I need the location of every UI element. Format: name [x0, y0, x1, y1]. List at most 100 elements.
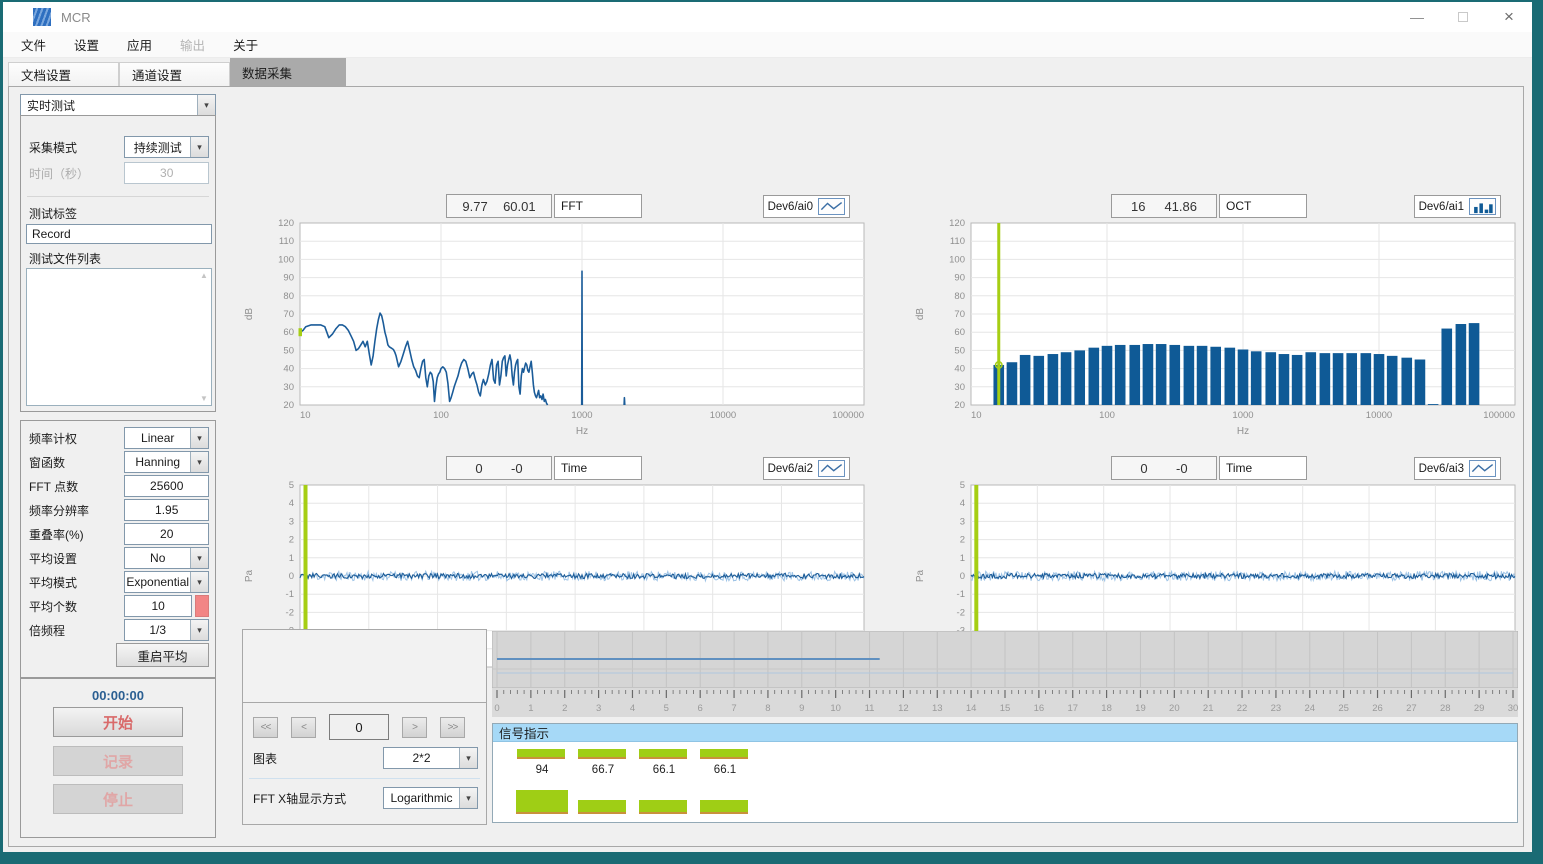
close-button[interactable]: ×	[1486, 2, 1532, 32]
param-row: 重叠率(%)20	[29, 523, 209, 545]
chevron-down-icon[interactable]: ▾	[190, 452, 208, 472]
chart-type-field[interactable]: FFT	[554, 194, 642, 218]
fft-axis-select[interactable]: Logarithmic ▾	[383, 787, 478, 809]
channel-selector[interactable]: Dev6/ai0	[763, 195, 850, 218]
bar-chart-icon	[1469, 198, 1496, 215]
test-file-list[interactable]: ▲ ▼	[26, 268, 212, 406]
svg-text:28: 28	[1440, 703, 1451, 714]
menu-bar: 文件 设置 应用 输出 关于	[3, 32, 1532, 58]
svg-text:26: 26	[1372, 703, 1383, 714]
param-select[interactable]: Hanning▾	[124, 451, 209, 473]
svg-text:18: 18	[1101, 703, 1112, 714]
svg-text:21: 21	[1203, 703, 1214, 714]
readout-value: -0	[1176, 461, 1188, 476]
chevron-down-icon[interactable]: ▾	[190, 548, 208, 568]
chevron-down-icon[interactable]: ▾	[190, 620, 208, 640]
svg-text:70: 70	[954, 309, 965, 320]
svg-text:-2: -2	[957, 607, 965, 618]
svg-text:100: 100	[278, 254, 294, 265]
svg-text:90: 90	[954, 273, 965, 284]
svg-text:0: 0	[289, 571, 294, 582]
menu-about[interactable]: 关于	[219, 35, 272, 54]
cursor-readout: 0-0	[1111, 456, 1217, 480]
time-row: 时间（秒） 30	[29, 162, 209, 184]
record-timeline[interactable]: 0123456789101112131415161718192021222324…	[492, 631, 1518, 717]
menu-file[interactable]: 文件	[7, 35, 60, 54]
scroll-up-icon[interactable]: ▲	[200, 271, 208, 280]
chart-plot-oct[interactable]: 2030405060708090100110120101001000100001…	[909, 219, 1529, 443]
svg-text:4: 4	[960, 498, 965, 509]
chart-type-field[interactable]: Time	[554, 456, 642, 480]
readout-value: 60.01	[503, 199, 536, 214]
svg-text:-1: -1	[286, 589, 294, 600]
signal-level-value: 66.1	[638, 764, 690, 776]
chart-layout-select[interactable]: 2*2 ▾	[383, 747, 478, 769]
timeline-svg[interactable]: 0123456789101112131415161718192021222324…	[492, 631, 1518, 717]
nav-next-button[interactable]: >	[402, 717, 427, 738]
acquisition-mode-select[interactable]: 持续测试 ▾	[124, 136, 209, 158]
param-select[interactable]: Exponential▾	[124, 571, 209, 593]
svg-text:4: 4	[630, 703, 635, 714]
scroll-down-icon[interactable]: ▼	[200, 394, 208, 403]
channel-label: Dev6/ai2	[768, 463, 813, 475]
param-input[interactable]: 20	[124, 523, 209, 545]
svg-text:30: 30	[1508, 703, 1518, 714]
nav-prev-button[interactable]: <	[291, 717, 316, 738]
svg-text:80: 80	[954, 291, 965, 302]
chevron-down-icon[interactable]: ▾	[197, 95, 215, 115]
channel-selector[interactable]: Dev6/ai3	[1414, 457, 1501, 480]
title-bar: MCR — ×	[3, 2, 1532, 32]
param-input[interactable]: 25600	[124, 475, 209, 497]
param-input[interactable]: 10	[124, 595, 192, 617]
tab-data-acquisition[interactable]: 数据采集	[230, 58, 346, 86]
test-type-select[interactable]: 实时测试 ▾	[20, 94, 216, 116]
svg-text:8: 8	[765, 703, 770, 714]
svg-text:20: 20	[954, 400, 965, 411]
nav-position-field[interactable]: 0	[329, 714, 389, 740]
chart-type-field[interactable]: Time	[1219, 456, 1307, 480]
chevron-down-icon[interactable]: ▾	[459, 748, 477, 768]
signal-meters: 9466.766.166.1	[493, 742, 1517, 822]
svg-text:27: 27	[1406, 703, 1417, 714]
channel-selector[interactable]: Dev6/ai1	[1414, 195, 1501, 218]
svg-text:12: 12	[898, 703, 909, 714]
svg-text:90: 90	[283, 273, 294, 284]
chart-plot-fft[interactable]: 2030405060708090100110120101001000100001…	[238, 219, 878, 443]
chevron-down-icon[interactable]: ▾	[459, 788, 477, 808]
svg-text:16: 16	[1034, 703, 1045, 714]
svg-text:3: 3	[596, 703, 601, 714]
readout-value: -0	[511, 461, 523, 476]
maximize-button[interactable]	[1440, 2, 1486, 32]
menu-application[interactable]: 应用	[113, 35, 166, 54]
svg-text:70: 70	[283, 309, 294, 320]
param-row: 平均模式Exponential▾	[29, 571, 209, 593]
menu-settings[interactable]: 设置	[60, 35, 113, 54]
nav-last-button[interactable]: >>	[440, 717, 465, 738]
scrollbar[interactable]: ▲ ▼	[197, 269, 211, 405]
chevron-down-icon[interactable]: ▾	[190, 428, 208, 448]
minimize-button[interactable]: —	[1394, 2, 1440, 32]
tab-channel-settings[interactable]: 通道设置	[119, 62, 230, 86]
fft-axis-row: FFT X轴显示方式 Logarithmic ▾	[253, 787, 478, 809]
svg-text:14: 14	[966, 703, 977, 714]
chart-type-field[interactable]: OCT	[1219, 194, 1307, 218]
svg-text:80: 80	[283, 291, 294, 302]
acquisition-group: 采集模式 持续测试 ▾ 时间（秒） 30 测试标签 Record 测试文件列表 …	[20, 115, 216, 412]
svg-text:60: 60	[283, 327, 294, 338]
param-select[interactable]: 1/3▾	[124, 619, 209, 641]
svg-text:5: 5	[960, 481, 965, 491]
param-select[interactable]: Linear▾	[124, 427, 209, 449]
start-button[interactable]: 开始	[53, 707, 183, 737]
param-select[interactable]: No▾	[124, 547, 209, 569]
restart-average-button[interactable]: 重启平均	[116, 643, 209, 667]
test-label-input[interactable]: Record	[26, 224, 212, 244]
chevron-down-icon[interactable]: ▾	[190, 137, 208, 157]
readout-value: 16	[1131, 199, 1145, 214]
svg-text:11: 11	[865, 703, 875, 714]
tab-document-settings[interactable]: 文档设置	[8, 62, 119, 86]
channel-selector[interactable]: Dev6/ai2	[763, 457, 850, 480]
chevron-down-icon[interactable]: ▾	[190, 572, 208, 592]
nav-first-button[interactable]: <<	[253, 717, 278, 738]
menu-output: 输出	[166, 35, 219, 54]
param-input[interactable]: 1.95	[124, 499, 209, 521]
